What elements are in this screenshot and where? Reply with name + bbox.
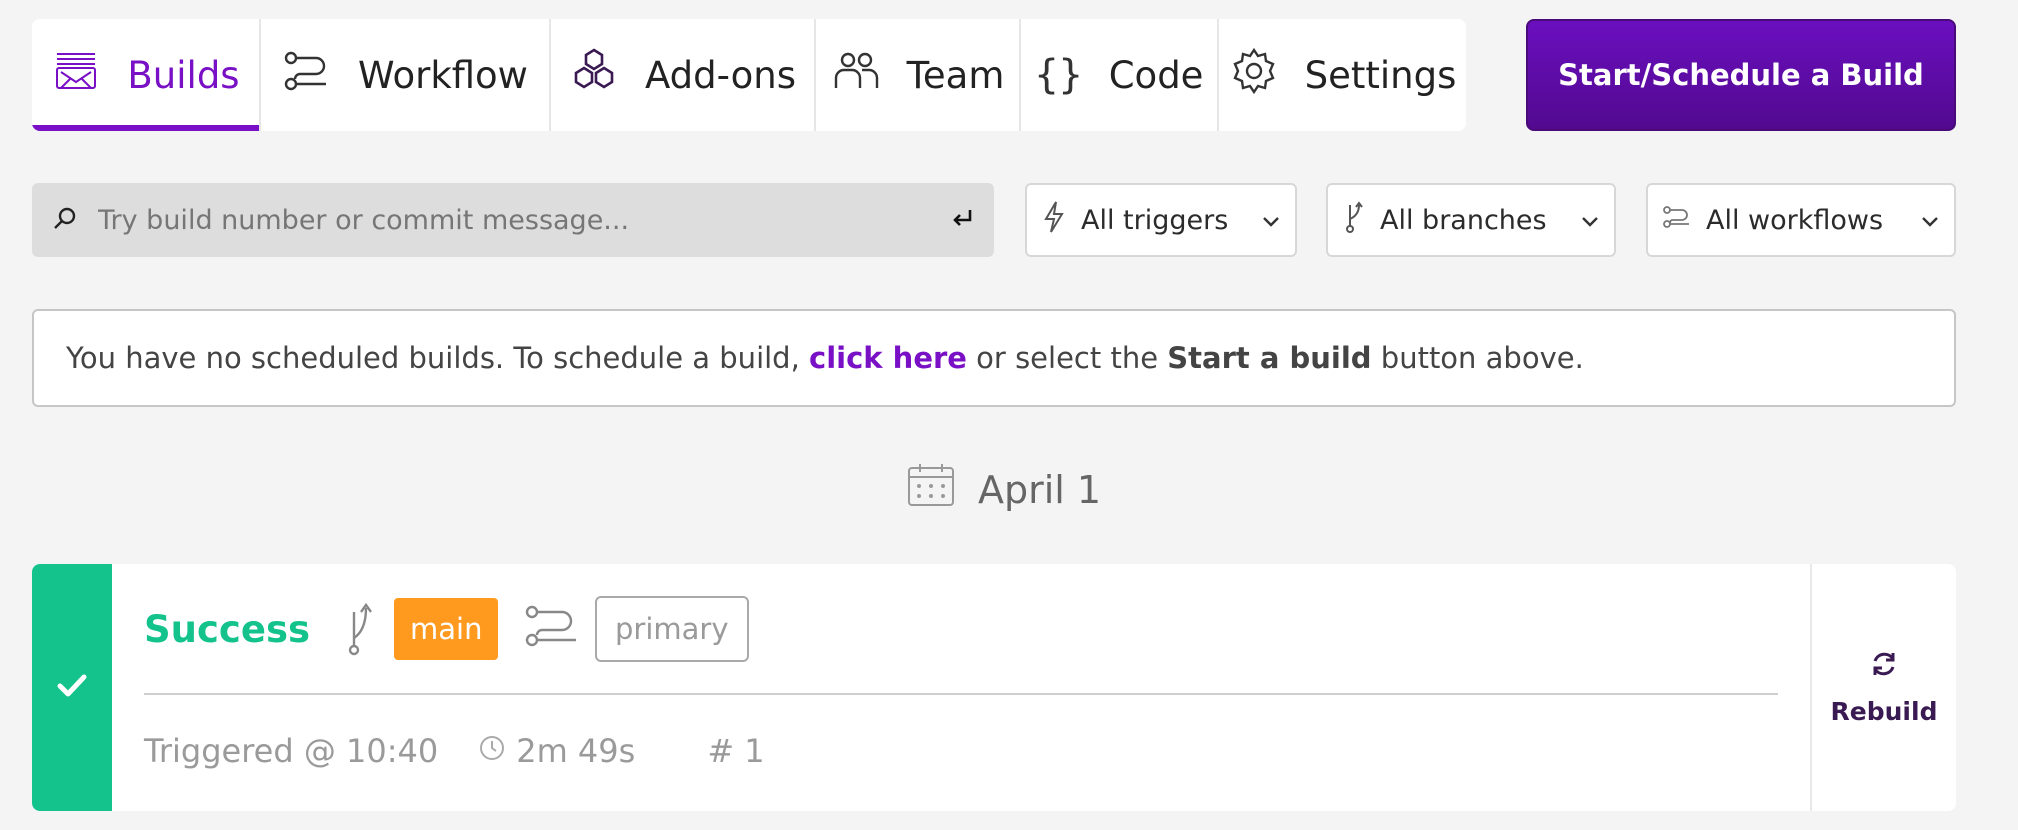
notice-text: or select the [966,341,1168,375]
tab-label: Workflow [358,53,528,97]
no-scheduled-builds-notice: You have no scheduled builds. To schedul… [32,309,1956,407]
build-meta: Triggered @ 10:40 2m 49s # 1 [144,732,765,770]
checkmark-icon [56,673,88,703]
branches-dropdown[interactable]: All branches [1326,183,1616,257]
build-duration: 2m 49s [516,732,636,770]
build-card[interactable]: Success main primary Triggered @ 10:40 2… [32,564,1956,811]
triggers-value: All triggers [1081,204,1229,236]
chevron-down-icon [1920,205,1940,236]
team-icon [831,46,881,105]
notice-bold: Start a build [1167,341,1372,375]
triggers-dropdown[interactable]: All triggers [1025,183,1297,257]
rebuild-label: Rebuild [1830,697,1938,726]
status-strip [32,564,112,811]
divider [144,693,1778,695]
tab-workflow[interactable]: Workflow [261,19,551,131]
workflow-badge[interactable]: primary [595,596,749,662]
tab-builds[interactable]: Builds [32,19,261,131]
tab-label: Add-ons [644,53,797,97]
search-icon [52,205,78,235]
tab-label: Team [906,53,1005,97]
rebuild-button[interactable]: Rebuild [1810,564,1956,811]
build-status: Success [144,608,310,651]
date-label: April 1 [978,467,1102,512]
branch-icon [344,602,374,662]
date-header: April 1 [906,462,1101,517]
workflows-dropdown[interactable]: All workflows [1646,183,1956,257]
notice-text: button above. [1371,341,1584,375]
build-number: # 1 [707,732,765,770]
gear-icon [1229,46,1279,105]
workflow-icon [1662,204,1692,237]
tab-label: Code [1108,53,1204,97]
calendar-icon [906,462,956,517]
chevron-down-icon [1261,205,1281,236]
clock-icon [478,732,506,770]
tab-settings[interactable]: Settings [1219,19,1466,131]
refresh-icon [1869,649,1899,685]
enter-icon[interactable] [950,206,974,234]
tab-code[interactable]: {} Code [1021,19,1219,131]
tab-team[interactable]: Team [816,19,1021,131]
workflow-icon [524,602,580,654]
main-tabs: Builds Workflow Add-ons Team {} Code Set… [32,19,1466,131]
search-input[interactable] [96,203,950,237]
addons-icon [569,46,619,105]
branch-icon [1342,199,1366,242]
tab-addons[interactable]: Add-ons [551,19,816,131]
workflow-icon [282,46,332,105]
lightning-icon [1041,200,1067,241]
tab-label: Settings [1304,53,1457,97]
branch-badge[interactable]: main [394,598,499,660]
notice-text: You have no scheduled builds. To schedul… [66,341,810,375]
search-bar [32,183,994,257]
workflows-value: All workflows [1706,204,1884,236]
tab-label: Builds [127,53,240,97]
builds-icon [51,46,101,105]
code-braces-icon: {} [1034,52,1083,98]
chevron-down-icon [1580,205,1600,236]
schedule-link[interactable]: click here [809,341,967,375]
triggered-time: Triggered @ 10:40 [144,732,439,770]
branches-value: All branches [1380,204,1547,236]
start-schedule-build-button[interactable]: Start/Schedule a Build [1526,19,1956,131]
